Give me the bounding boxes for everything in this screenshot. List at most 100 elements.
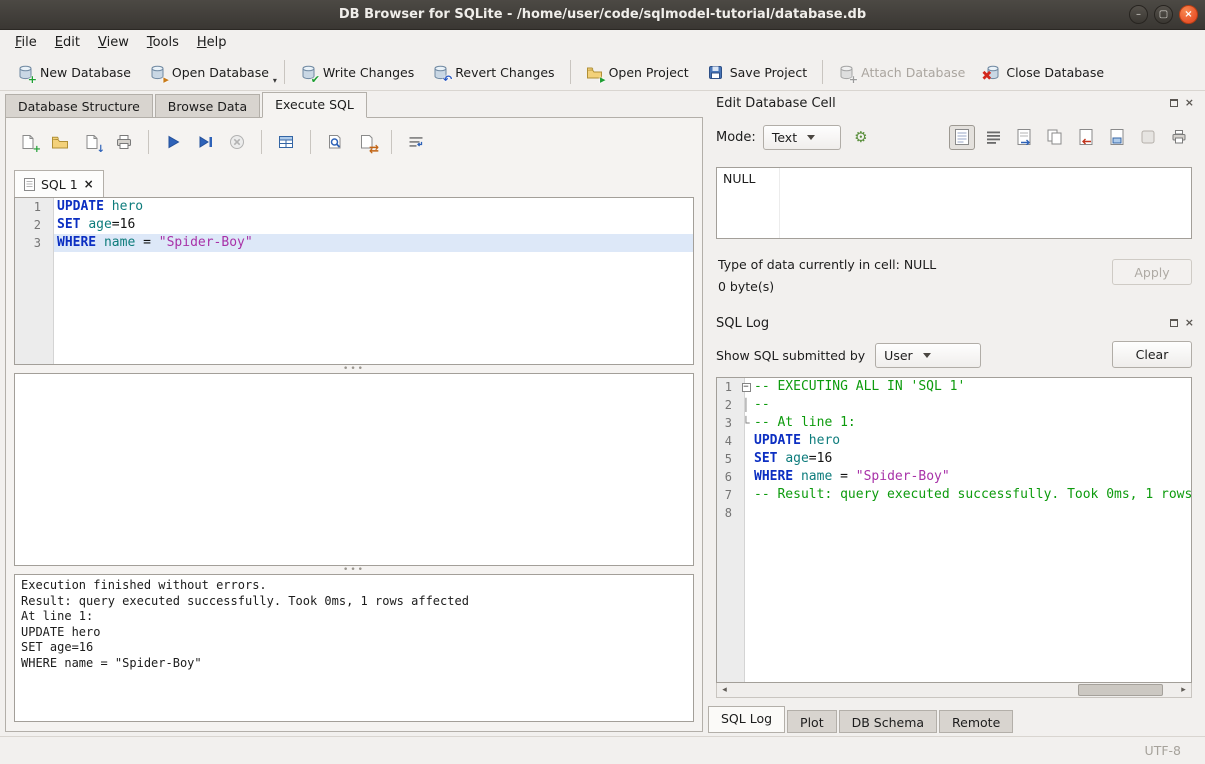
save-project-button[interactable]: Save Project — [698, 59, 816, 86]
write-changes-button[interactable]: ✔ Write Changes — [291, 59, 423, 86]
tab-plot[interactable]: Plot — [787, 710, 837, 733]
menu-edit[interactable]: Edit — [46, 32, 89, 53]
export-icon[interactable] — [1104, 125, 1130, 150]
sql-toolbar: + ↓ — [14, 128, 430, 156]
fold-marker-icon[interactable]: − — [738, 378, 754, 396]
menu-help[interactable]: Help — [188, 32, 236, 53]
code-line: 2│-- — [717, 396, 1191, 414]
apply-button[interactable]: Apply — [1112, 259, 1192, 285]
main-tab-bar: Database Structure Browse Data Execute S… — [5, 91, 369, 117]
open-database-dropdown-icon[interactable]: ▾ — [273, 77, 277, 85]
menu-tools[interactable]: Tools — [138, 32, 188, 53]
maximize-button[interactable]: ▢ — [1154, 5, 1173, 24]
code-line: 2SET age=16 — [15, 216, 693, 234]
scroll-left-icon[interactable]: ◂ — [717, 685, 732, 695]
open-database-icon: ▸ — [149, 64, 166, 81]
scrollbar-track[interactable] — [732, 683, 1176, 697]
close-database-button[interactable]: ✖ Close Database — [974, 59, 1113, 86]
tab-sql-log[interactable]: SQL Log — [708, 706, 785, 733]
tab-db-schema[interactable]: DB Schema — [839, 710, 937, 733]
button-label: Close Database — [1006, 65, 1104, 80]
tab-execute-sql[interactable]: Execute SQL — [262, 92, 367, 118]
settings-icon[interactable]: ⚙ — [848, 125, 874, 150]
export-results-icon[interactable] — [272, 129, 300, 155]
toolbar-separator — [391, 130, 392, 154]
sql-log-title: SQL Log — [716, 316, 769, 331]
sql-doc-tab[interactable]: SQL 1 × — [14, 170, 104, 197]
button-label: Attach Database — [861, 65, 965, 80]
close-panel-icon[interactable]: × — [1185, 98, 1194, 108]
open-file-icon[interactable] — [1011, 125, 1037, 150]
tab-database-structure[interactable]: Database Structure — [5, 94, 153, 117]
find-replace-icon[interactable]: ⇄ — [353, 129, 381, 155]
mode-select[interactable]: Text — [763, 125, 841, 150]
tab-remote[interactable]: Remote — [939, 710, 1013, 733]
document-icon — [24, 178, 35, 191]
attach-database-button[interactable]: + Attach Database — [829, 59, 974, 86]
sql-editor[interactable]: 1UPDATE hero2SET age=163WHERE name = "Sp… — [14, 197, 694, 365]
set-null-icon[interactable] — [1135, 125, 1161, 150]
code-text: WHERE name = "Spider-Boy" — [754, 468, 950, 486]
find-icon[interactable] — [321, 129, 349, 155]
fold-gutter — [738, 504, 754, 522]
print-icon[interactable] — [110, 129, 138, 155]
code-text: -- Result: query executed successfully. … — [754, 486, 1191, 504]
float-panel-icon[interactable] — [1170, 99, 1178, 107]
minimize-button[interactable]: – — [1129, 5, 1148, 24]
scroll-right-icon[interactable]: ▸ — [1176, 685, 1191, 695]
code-text: UPDATE hero — [754, 432, 840, 450]
code-text: -- — [754, 396, 770, 414]
close-database-icon: ✖ — [983, 64, 1000, 81]
open-database-button[interactable]: ▸ Open Database ▾ — [140, 59, 278, 86]
window-controls: – ▢ × — [1129, 5, 1198, 24]
stop-icon[interactable] — [223, 129, 251, 155]
print-cell-icon[interactable] — [1166, 125, 1192, 150]
open-sql-file-icon[interactable] — [46, 129, 74, 155]
new-database-button[interactable]: + New Database — [8, 59, 140, 86]
text-view-icon[interactable] — [949, 125, 975, 150]
cell-type-info: Type of data currently in cell: NULL — [718, 257, 936, 272]
fold-gutter — [738, 468, 754, 486]
tab-browse-data[interactable]: Browse Data — [155, 94, 260, 117]
mode-label: Mode: — [716, 130, 756, 145]
justify-icon[interactable] — [980, 125, 1006, 150]
code-line: 3└-- At line 1: — [717, 414, 1191, 432]
scrollbar-thumb[interactable] — [1078, 684, 1162, 696]
code-line: 7-- Result: query executed successfully.… — [717, 486, 1191, 504]
write-changes-icon: ✔ — [300, 64, 317, 81]
execute-all-icon[interactable] — [159, 129, 187, 155]
execute-sql-panel: + ↓ — [5, 117, 703, 732]
open-project-button[interactable]: ▸ Open Project — [577, 59, 698, 86]
line-number: 2 — [15, 216, 47, 234]
float-panel-icon[interactable] — [1170, 319, 1178, 327]
import-icon[interactable] — [1073, 125, 1099, 150]
menu-view[interactable]: View — [89, 32, 138, 53]
line-number: 8 — [717, 504, 738, 522]
execute-current-line-icon[interactable] — [191, 129, 219, 155]
word-wrap-icon[interactable] — [402, 129, 430, 155]
menu-file[interactable]: File — [6, 32, 46, 53]
button-label: Open Project — [609, 65, 689, 80]
line-number: 2 — [717, 396, 738, 414]
encoding-label[interactable]: UTF-8 — [1145, 743, 1181, 758]
filter-label: Show SQL submitted by — [716, 348, 865, 363]
save-sql-file-icon[interactable]: ↓ — [78, 129, 106, 155]
close-panel-icon[interactable]: × — [1185, 318, 1194, 328]
close-tab-icon[interactable]: × — [84, 177, 94, 191]
fold-gutter — [738, 486, 754, 504]
revert-changes-button[interactable]: ↶ Revert Changes — [423, 59, 563, 86]
horizontal-scrollbar[interactable]: ◂ ▸ — [716, 683, 1192, 698]
submitted-by-select[interactable]: User — [875, 343, 981, 368]
line-number: 5 — [717, 450, 738, 468]
splitter-handle[interactable]: ••• — [14, 365, 694, 373]
results-grid[interactable] — [14, 373, 694, 566]
fold-gutter — [738, 450, 754, 468]
new-database-icon: + — [17, 64, 34, 81]
copy-icon[interactable] — [1042, 125, 1068, 150]
splitter-handle[interactable]: ••• — [14, 566, 694, 574]
cell-value-editor[interactable]: NULL — [716, 167, 1192, 239]
sql-log-view[interactable]: 1−-- EXECUTING ALL IN 'SQL 1'2│--3└-- At… — [716, 377, 1192, 683]
open-sql-tab-icon[interactable]: + — [14, 129, 42, 155]
close-button[interactable]: × — [1179, 5, 1198, 24]
clear-button[interactable]: Clear — [1112, 341, 1192, 368]
